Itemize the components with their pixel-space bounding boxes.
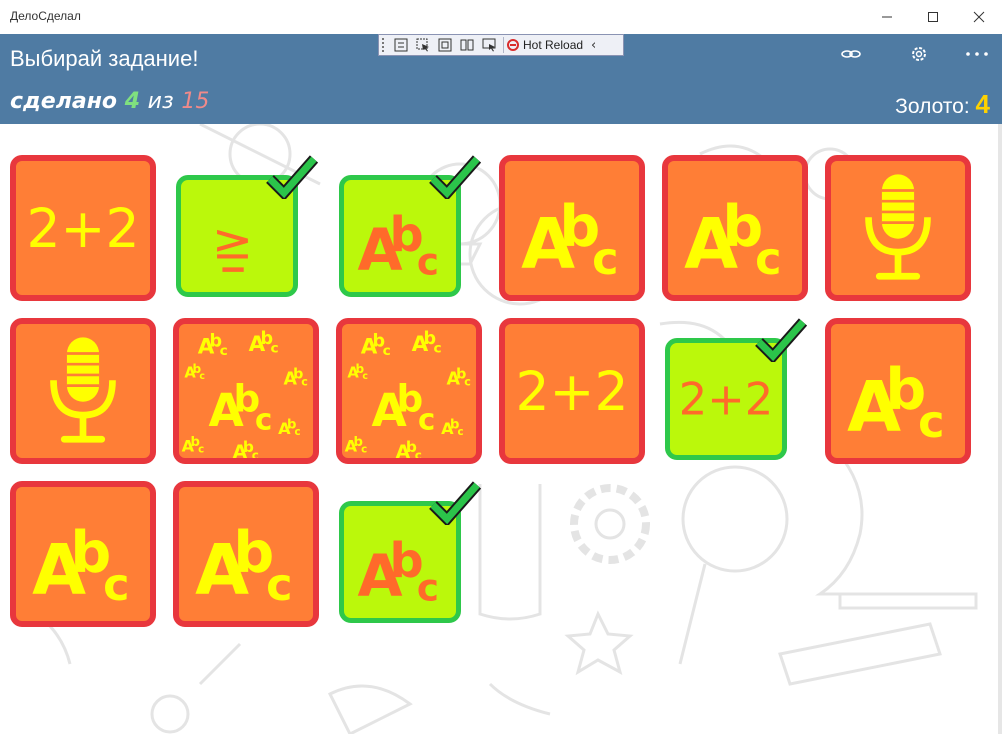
task-tile-14[interactable]: Abc (173, 481, 319, 627)
track-focus-button[interactable] (456, 35, 478, 55)
link-button[interactable] (836, 42, 866, 66)
checkmark-icon (755, 318, 807, 362)
svg-text:c: c (198, 444, 204, 456)
progress-of: из (147, 89, 174, 114)
progress-prefix: сделано (10, 89, 118, 114)
select-element-button[interactable] (412, 35, 434, 55)
more-icon (966, 52, 988, 56)
display-layout-adorners-button[interactable] (434, 35, 456, 55)
letters-task-icon: Abc (684, 194, 782, 285)
math-task-icon: 2+2 (515, 360, 628, 423)
select-pointer-icon (416, 38, 429, 52)
svg-text:c: c (415, 449, 422, 458)
many-letters-task-icon: Abc AbcAbc AbcAbc AbcAbc Abc (345, 329, 471, 458)
svg-text:c: c (301, 376, 308, 389)
progress-total: 15 (181, 89, 210, 114)
progress-done: 4 (124, 89, 140, 114)
task-tile-9[interactable]: AbcAbcAbcAbcAbcAbcAbcAbc (336, 318, 482, 464)
svg-text:c: c (434, 341, 442, 357)
task-tile-1[interactable]: 2+2 (10, 155, 156, 301)
letters-task-icon: Abc (847, 357, 945, 448)
checkmark-icon (429, 155, 481, 199)
page-title: Выбирай задание! (10, 46, 199, 71)
track-focus-icon (460, 39, 474, 51)
live-visual-tree-button[interactable] (390, 35, 412, 55)
more-button[interactable] (962, 42, 992, 66)
svg-text:c: c (755, 233, 781, 285)
debug-toolbar: Hot Reload ‹ (378, 34, 624, 56)
svg-text:c: c (255, 402, 272, 436)
vertical-scrollbar[interactable] (998, 124, 1002, 734)
hot-reload-disabled-icon (507, 39, 519, 51)
checkmark-icon (266, 155, 318, 199)
gear-icon (912, 47, 926, 61)
show-binding-failures-button[interactable] (478, 35, 500, 55)
microphone-icon (865, 174, 931, 280)
microphone-icon (50, 337, 116, 443)
progress-counter: сделано 4 из 15 (10, 89, 209, 114)
svg-text:c: c (458, 426, 464, 438)
title-bar: ДелоСделал (0, 0, 1002, 34)
toolbar-separator (503, 37, 504, 53)
svg-text:c: c (418, 402, 435, 436)
gold-label: Золото: (895, 95, 970, 118)
maximize-icon (928, 12, 938, 22)
svg-text:c: c (417, 565, 439, 609)
gold-counter: Золото: 4 (895, 89, 990, 120)
svg-text:c: c (383, 343, 391, 359)
task-tile-5[interactable]: Abc (662, 155, 808, 301)
math-task-icon: 2+2 (26, 197, 139, 260)
minimize-icon (882, 16, 892, 18)
svg-text:c: c (103, 559, 129, 611)
svg-text:c: c (464, 376, 471, 389)
svg-text:c: c (592, 233, 618, 285)
visual-tree-icon (394, 38, 408, 52)
letters-task-icon: Abc (521, 194, 619, 285)
task-tile-7[interactable] (10, 318, 156, 464)
adorner-icon (438, 38, 452, 52)
svg-text:≥: ≥ (212, 212, 253, 270)
svg-text:2+2: 2+2 (26, 197, 139, 260)
minimize-button[interactable] (864, 0, 910, 34)
close-icon (973, 11, 985, 23)
svg-text:2+2: 2+2 (679, 373, 774, 426)
letters-task-icon: Abc (32, 520, 130, 611)
checkmark-icon (429, 481, 481, 525)
settings-button[interactable] (904, 42, 934, 66)
window-title: ДелоСделал (10, 9, 81, 23)
maximize-button[interactable] (910, 0, 956, 34)
collapse-toolbar-icon[interactable]: ‹ (591, 38, 596, 53)
svg-text:c: c (417, 239, 439, 283)
task-tile-13[interactable]: Abc (10, 481, 156, 627)
svg-text:c: c (266, 559, 292, 611)
letters-task-icon: Abc (195, 520, 293, 611)
toolbar-grip[interactable] (382, 38, 390, 52)
svg-text:c: c (199, 371, 205, 382)
svg-text:c: c (918, 396, 944, 448)
svg-text:c: c (220, 343, 228, 359)
svg-text:2+2: 2+2 (515, 360, 628, 423)
binding-failures-icon (482, 38, 496, 52)
svg-text:c: c (252, 449, 259, 458)
task-tile-12[interactable]: Abc (825, 318, 971, 464)
task-tile-4[interactable]: Abc (499, 155, 645, 301)
task-tile-10[interactable]: 2+2 (499, 318, 645, 464)
task-tile-8[interactable]: AbcAbcAbcAbcAbcAbcAbcAbc (173, 318, 319, 464)
hot-reload-label: Hot Reload (523, 38, 584, 52)
svg-text:c: c (362, 371, 368, 382)
hot-reload-button[interactable]: Hot Reload (507, 38, 583, 52)
close-button[interactable] (956, 0, 1002, 34)
svg-text:c: c (271, 341, 279, 357)
link-icon (841, 50, 861, 58)
svg-text:c: c (295, 426, 301, 438)
many-letters-task-icon: Abc AbcAbc AbcAbc AbcAbc Abc (182, 329, 308, 458)
task-tile-6[interactable] (825, 155, 971, 301)
gold-value: 4 (975, 89, 990, 119)
svg-text:c: c (361, 444, 367, 456)
